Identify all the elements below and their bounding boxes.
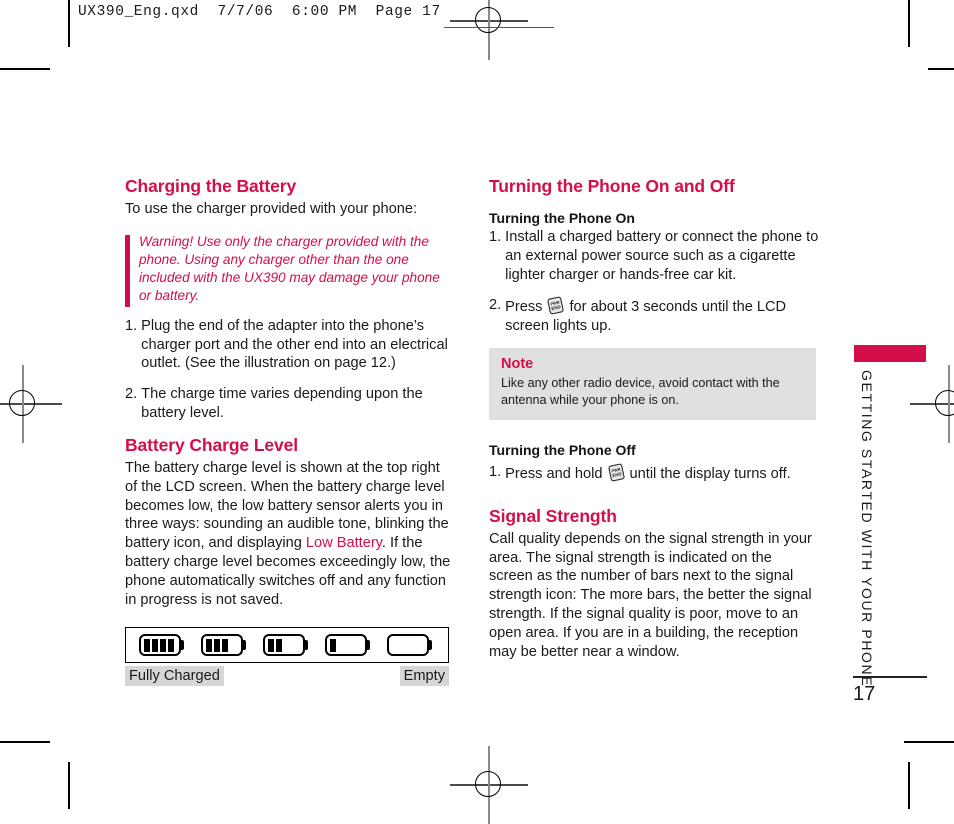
battery-terminal <box>304 640 308 651</box>
crop-mark-top-right-horizontal <box>928 68 954 70</box>
list-item: 1. Install a charged battery or connect … <box>489 228 819 284</box>
warning-accent-bar <box>125 234 130 307</box>
battery-icon <box>139 634 187 657</box>
battery-shell <box>263 634 305 657</box>
list-item: 2. The charge time varies depending upon… <box>125 385 455 423</box>
battery-shell <box>325 634 367 657</box>
low-battery-accent-text: Low Battery <box>305 535 382 552</box>
list-item-text: Press PWR END for about 3 seconds until the… <box>505 296 819 336</box>
note-title: Note <box>501 355 534 372</box>
warning-text: Warning! Use only the charger provided w… <box>139 233 440 303</box>
crop-mark-bottom-right-vertical <box>908 762 910 809</box>
running-head-vertical: GETTING STARTED WITH YOUR PHONE <box>859 370 875 688</box>
battery-charge-level-paragraph: The battery charge level is shown at the… <box>125 459 455 610</box>
charging-intro-text: To use the charger provided with your ph… <box>125 201 418 218</box>
subheading-turning-the-phone-on: Turning the Phone On <box>489 210 635 227</box>
registration-mark-right <box>910 365 954 443</box>
list-item: 1. Press and hold PWR END until the display… <box>489 463 819 484</box>
subheading-turning-the-phone-off: Turning the Phone Off <box>489 442 636 459</box>
registration-circle <box>935 390 954 416</box>
battery-bar <box>221 638 228 652</box>
battery-bar <box>329 638 336 652</box>
battery-icon <box>201 634 249 657</box>
registration-circle <box>9 390 35 416</box>
crop-mark-bottom-left-vertical <box>68 762 70 809</box>
registration-circle <box>475 7 501 33</box>
battery-label-fully-charged: Fully Charged <box>125 666 224 687</box>
charging-steps-list: 1. Plug the end of the adapter into the … <box>125 317 455 423</box>
list-item-text: The charge time varies depending upon th… <box>141 386 423 421</box>
step-text-after-key: until the display turns off. <box>629 465 791 482</box>
crop-mark-bottom-left-horizontal <box>0 741 50 743</box>
battery-terminal <box>180 640 184 651</box>
battery-diagram-labels: Fully Charged Empty <box>125 666 449 688</box>
registration-mark-bottom <box>450 746 528 824</box>
list-item: 2. Press PWR END for about 3 seconds until … <box>489 296 819 336</box>
list-item-text: Plug the end of the adapter into the pho… <box>141 317 448 372</box>
crop-mark-top-left-horizontal <box>0 68 50 70</box>
battery-bar <box>143 638 150 652</box>
list-item-number: 1. <box>489 463 502 480</box>
registration-mark-left <box>0 365 62 443</box>
signal-strength-paragraph: Call quality depends on the signal stren… <box>489 530 812 660</box>
file-header-rule <box>444 27 554 29</box>
heading-turning-the-phone-on-and-off: Turning the Phone On and Off <box>489 176 735 196</box>
heading-battery-charge-level: Battery Charge Level <box>125 434 299 455</box>
battery-bar <box>205 638 212 652</box>
battery-icon <box>325 634 373 657</box>
left-column: Charging the Battery To use the charger … <box>125 176 455 688</box>
page-number: 17 <box>853 683 876 705</box>
battery-bar <box>213 638 220 652</box>
battery-icon <box>387 634 435 657</box>
warning-callout: Warning! Use only the charger provided w… <box>125 233 455 307</box>
battery-bar <box>159 638 166 652</box>
step-text-before-key: Press <box>505 299 543 316</box>
step-text-before-key: Press and hold <box>505 465 603 482</box>
battery-bar <box>168 638 175 652</box>
crop-mark-top-right-vertical <box>908 0 910 47</box>
list-item-number: 1. <box>125 317 138 334</box>
battery-terminal <box>366 640 370 651</box>
battery-bar <box>267 638 274 652</box>
note-box: Note Like any other radio device, avoid … <box>489 347 816 421</box>
list-item-text: Press and hold PWR END until the display tu… <box>505 463 819 484</box>
list-item-text: Install a charged battery or connect the… <box>505 228 819 283</box>
battery-shell <box>201 634 243 657</box>
crop-mark-bottom-right-horizontal <box>904 741 954 743</box>
list-item-number: 2. <box>489 297 502 314</box>
file-header-text: UX390_Eng.qxd 7/7/06 6:00 PM Page 17 <box>78 4 441 20</box>
list-item-number: 1. <box>489 228 502 245</box>
battery-label-empty: Empty <box>399 666 449 687</box>
battery-icon <box>263 634 311 657</box>
registration-mark-top <box>450 0 528 60</box>
crop-mark-top-left-vertical <box>68 0 70 47</box>
end-key-icon: PWR END <box>606 463 627 482</box>
battery-bar <box>151 638 158 652</box>
heading-charging-the-battery: Charging the Battery <box>125 176 297 196</box>
end-key-icon: PWR END <box>545 296 566 315</box>
list-item: 1. Plug the end of the adapter into the … <box>125 317 455 373</box>
battery-shell <box>387 634 429 657</box>
right-column: Turning the Phone On and Off Turning the… <box>489 176 819 662</box>
registration-circle <box>475 771 501 797</box>
battery-shell <box>139 634 181 657</box>
list-item-number: 2. <box>125 386 138 403</box>
battery-terminal <box>242 640 246 651</box>
battery-bar <box>275 638 282 652</box>
section-color-tab <box>854 345 926 362</box>
power-on-steps-list: 1. Install a charged battery or connect … <box>489 228 819 336</box>
page-number-rule <box>853 676 927 678</box>
power-off-steps-list: 1. Press and hold PWR END until the display… <box>489 463 819 484</box>
note-text: Like any other radio device, avoid conta… <box>501 376 780 407</box>
heading-signal-strength: Signal Strength <box>489 505 617 526</box>
battery-level-diagram <box>125 627 449 664</box>
battery-terminal <box>428 640 432 651</box>
